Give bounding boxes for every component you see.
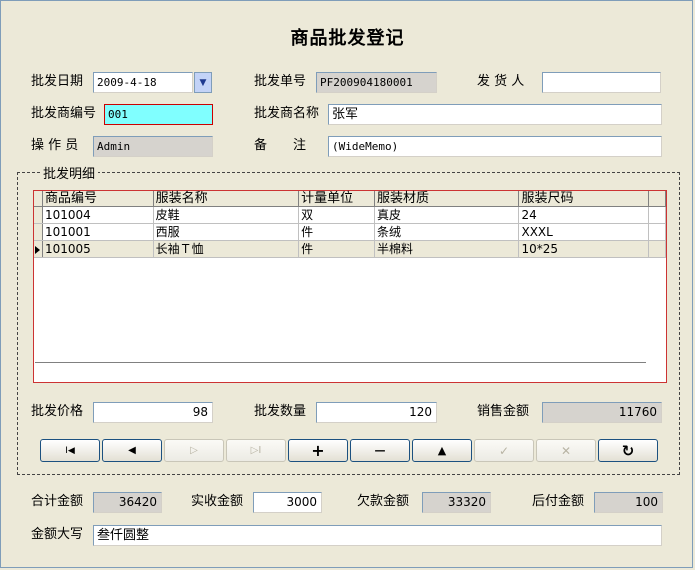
cell-product-code[interactable]: 101001: [42, 223, 154, 241]
plus-icon: +: [311, 441, 325, 460]
cell-unit[interactable]: 件: [298, 223, 375, 241]
nav-delete-button[interactable]: —: [350, 439, 410, 462]
next-record-icon: ▷: [190, 445, 198, 456]
wholesaler-name-field[interactable]: 张军: [328, 104, 662, 125]
nav-refresh-button[interactable]: ↻: [598, 439, 658, 462]
table-row[interactable]: 101001 西服 件 条绒 XXXL: [34, 223, 666, 241]
nav-edit-button[interactable]: ▲: [412, 439, 472, 462]
table-row-selected[interactable]: 101005 长袖Ｔ恤 件 半棉料 10*25: [34, 240, 666, 258]
cell-filler: [648, 223, 666, 241]
order-no-field: PF200904180001: [316, 72, 437, 93]
cell-product-code[interactable]: 101005: [42, 240, 154, 258]
qty-field[interactable]: 120: [316, 402, 437, 423]
wholesaler-id-field[interactable]: 001: [104, 104, 213, 125]
remark-field[interactable]: (WideMemo): [328, 136, 662, 157]
date-label: 批发日期: [31, 74, 84, 89]
later-payment-field: 100: [594, 492, 663, 513]
checkmark-icon: ✓: [498, 443, 510, 458]
owed-field: 33320: [422, 492, 491, 513]
indicator-header: [34, 191, 44, 207]
cell-garment-name[interactable]: 西服: [153, 223, 300, 241]
paid-label: 实收金额: [191, 494, 244, 509]
remark-label: 备 注: [254, 138, 307, 153]
later-payment-label: 后付金额: [532, 494, 585, 509]
prior-record-icon: ◀: [128, 445, 136, 456]
price-label: 批发价格: [31, 404, 84, 419]
cell-size[interactable]: 24: [518, 206, 650, 224]
column-header-material[interactable]: 服装材质: [374, 191, 520, 207]
current-row-pointer-icon: [35, 245, 40, 254]
detail-legend: 批发明细: [40, 163, 99, 182]
nav-first-button[interactable]: I◀: [40, 439, 100, 462]
nav-insert-button[interactable]: +: [288, 439, 348, 462]
nav-post-button[interactable]: ✓: [474, 439, 534, 462]
sales-amount-field: 11760: [542, 402, 662, 423]
column-header-size[interactable]: 服装尺码: [518, 191, 650, 207]
qty-label: 批发数量: [254, 404, 307, 419]
nav-next-button[interactable]: ▷: [164, 439, 224, 462]
column-header-filler: [648, 191, 666, 207]
wholesaler-id-label: 批发商编号: [31, 106, 97, 121]
operator-label: 操 作 员: [31, 138, 79, 153]
cell-product-code[interactable]: 101004: [42, 206, 154, 224]
cell-garment-name[interactable]: 皮鞋: [153, 206, 300, 224]
cell-size[interactable]: 10*25: [518, 240, 650, 258]
total-label: 合计金额: [31, 494, 84, 509]
cell-material[interactable]: 半棉料: [374, 240, 520, 258]
cell-unit[interactable]: 件: [298, 240, 375, 258]
detail-table: 商品编号 服装名称 计量单位 服装材质 服装尺码 101004 皮鞋 双 真皮 …: [34, 191, 666, 258]
edit-triangle-icon: ▲: [437, 444, 447, 457]
grid-divider: [35, 362, 646, 363]
row-indicator: [34, 223, 44, 241]
nav-last-button[interactable]: ▷I: [226, 439, 286, 462]
column-header-product-code[interactable]: 商品编号: [42, 191, 154, 207]
refresh-icon: ↻: [621, 441, 635, 460]
total-field: 36420: [93, 492, 162, 513]
paid-field[interactable]: 3000: [253, 492, 322, 513]
cell-material[interactable]: 条绒: [374, 223, 520, 241]
wholesaler-name-label: 批发商名称: [254, 106, 320, 121]
grid-header-row: 商品编号 服装名称 计量单位 服装材质 服装尺码: [34, 191, 666, 207]
amount-words-label: 金额大写: [31, 527, 84, 542]
cell-unit[interactable]: 双: [298, 206, 375, 224]
chevron-down-icon: ▼: [199, 77, 207, 88]
sales-amount-label: 销售金额: [477, 404, 530, 419]
operator-field: Admin: [93, 136, 213, 157]
detail-grid[interactable]: 商品编号 服装名称 计量单位 服装材质 服装尺码 101004 皮鞋 双 真皮 …: [33, 190, 667, 383]
cancel-x-icon: ✕: [560, 443, 572, 458]
cell-material[interactable]: 真皮: [374, 206, 520, 224]
last-record-icon: ▷I: [250, 445, 262, 456]
cell-filler: [648, 240, 666, 258]
cell-garment-name[interactable]: 长袖Ｔ恤: [153, 240, 300, 258]
first-record-icon: I◀: [65, 445, 75, 456]
amount-words-field[interactable]: 叁仟圆整: [93, 525, 662, 546]
cell-filler: [648, 206, 666, 224]
nav-cancel-button[interactable]: ✕: [536, 439, 596, 462]
shipper-field[interactable]: [542, 72, 661, 93]
row-indicator: [34, 206, 44, 224]
price-field[interactable]: 98: [93, 402, 213, 423]
date-field[interactable]: 2009-4-18: [93, 72, 193, 93]
owed-label: 欠款金额: [357, 494, 410, 509]
nav-prior-button[interactable]: ◀: [102, 439, 162, 462]
date-dropdown-button[interactable]: ▼: [194, 72, 212, 93]
page-title: 商品批发登记: [290, 28, 405, 49]
table-row[interactable]: 101004 皮鞋 双 真皮 24: [34, 206, 666, 224]
column-header-unit[interactable]: 计量单位: [298, 191, 375, 207]
order-no-label: 批发单号: [254, 74, 307, 89]
minus-icon: —: [374, 444, 386, 457]
column-header-garment-name[interactable]: 服装名称: [153, 191, 300, 207]
row-indicator: [34, 240, 44, 258]
cell-size[interactable]: XXXL: [518, 223, 650, 241]
shipper-label: 发 货 人: [477, 74, 525, 89]
db-navigator: I◀ ◀ ▷ ▷I + — ▲ ✓ ✕ ↻: [40, 439, 660, 462]
